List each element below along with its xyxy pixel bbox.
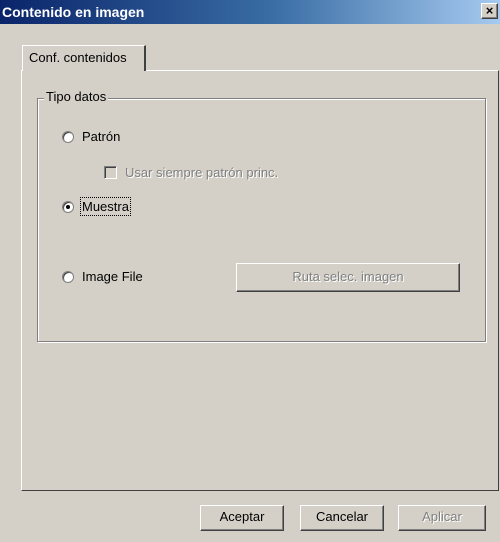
close-icon: × [485, 3, 494, 18]
radio-image-file[interactable]: Image File [62, 269, 143, 284]
aceptar-label: Aceptar [219, 509, 265, 524]
group-label: Tipo datos [44, 89, 109, 104]
aplicar-label: Aplicar [422, 509, 462, 524]
radio-image-file-label: Image File [82, 269, 143, 284]
radio-muestra-label: Muestra [80, 197, 131, 216]
checkbox-usar-siempre[interactable]: Usar siempre patrón princ. [104, 165, 278, 180]
ruta-selec-imagen-label: Ruta selec. imagen [292, 269, 404, 284]
ruta-selec-imagen-button[interactable]: Ruta selec. imagen [236, 263, 460, 292]
checkbox-icon[interactable] [104, 166, 117, 179]
title-bar: Contenido en imagen × [0, 0, 500, 24]
cancelar-button[interactable]: Cancelar [300, 505, 384, 531]
tab-label: Conf. contenidos [29, 50, 127, 65]
window-title: Contenido en imagen [2, 4, 145, 20]
checkbox-label: Usar siempre patrón princ. [125, 165, 279, 180]
radio-muestra[interactable]: Muestra [62, 197, 131, 216]
cancelar-label: Cancelar [315, 509, 369, 524]
close-button[interactable]: × [481, 3, 498, 19]
radio-icon[interactable] [62, 200, 74, 213]
radio-patron[interactable]: Patrón [62, 129, 120, 144]
radio-patron-label: Patrón [82, 129, 121, 144]
radio-icon[interactable] [62, 270, 74, 283]
radio-icon[interactable] [62, 130, 74, 143]
tab-conf-contenidos[interactable]: Conf. contenidos [22, 45, 146, 71]
aplicar-button[interactable]: Aplicar [398, 505, 486, 531]
aceptar-button[interactable]: Aceptar [200, 505, 284, 531]
